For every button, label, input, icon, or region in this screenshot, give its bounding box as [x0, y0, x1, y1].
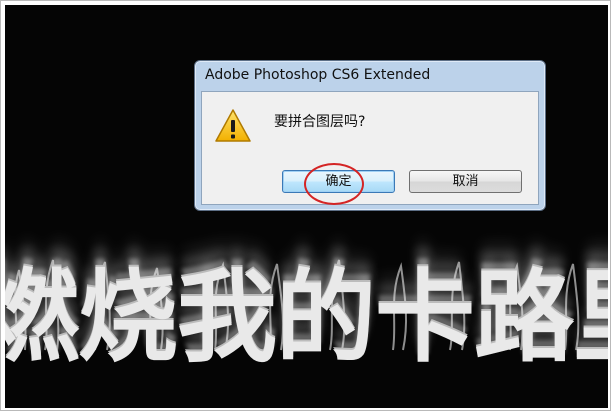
cancel-button[interactable]: 取消 [409, 170, 522, 193]
flaming-title-text: 燃烧我的卡路里 [5, 259, 608, 376]
dialog-body: 要拼合图层吗? 确定 取消 [201, 91, 539, 205]
flatten-image-dialog: Adobe Photoshop CS6 Extended 要拼合图层吗? 确定 … [194, 60, 546, 211]
screenshot-frame: 燃烧我的卡路里 Adobe Photoshop CS6 Extended 要拼合… [0, 0, 611, 411]
dialog-message: 要拼合图层吗? [274, 114, 366, 130]
dialog-title: Adobe Photoshop CS6 Extended [205, 67, 431, 83]
warning-icon [215, 109, 251, 142]
ok-button[interactable]: 确定 [282, 170, 395, 193]
